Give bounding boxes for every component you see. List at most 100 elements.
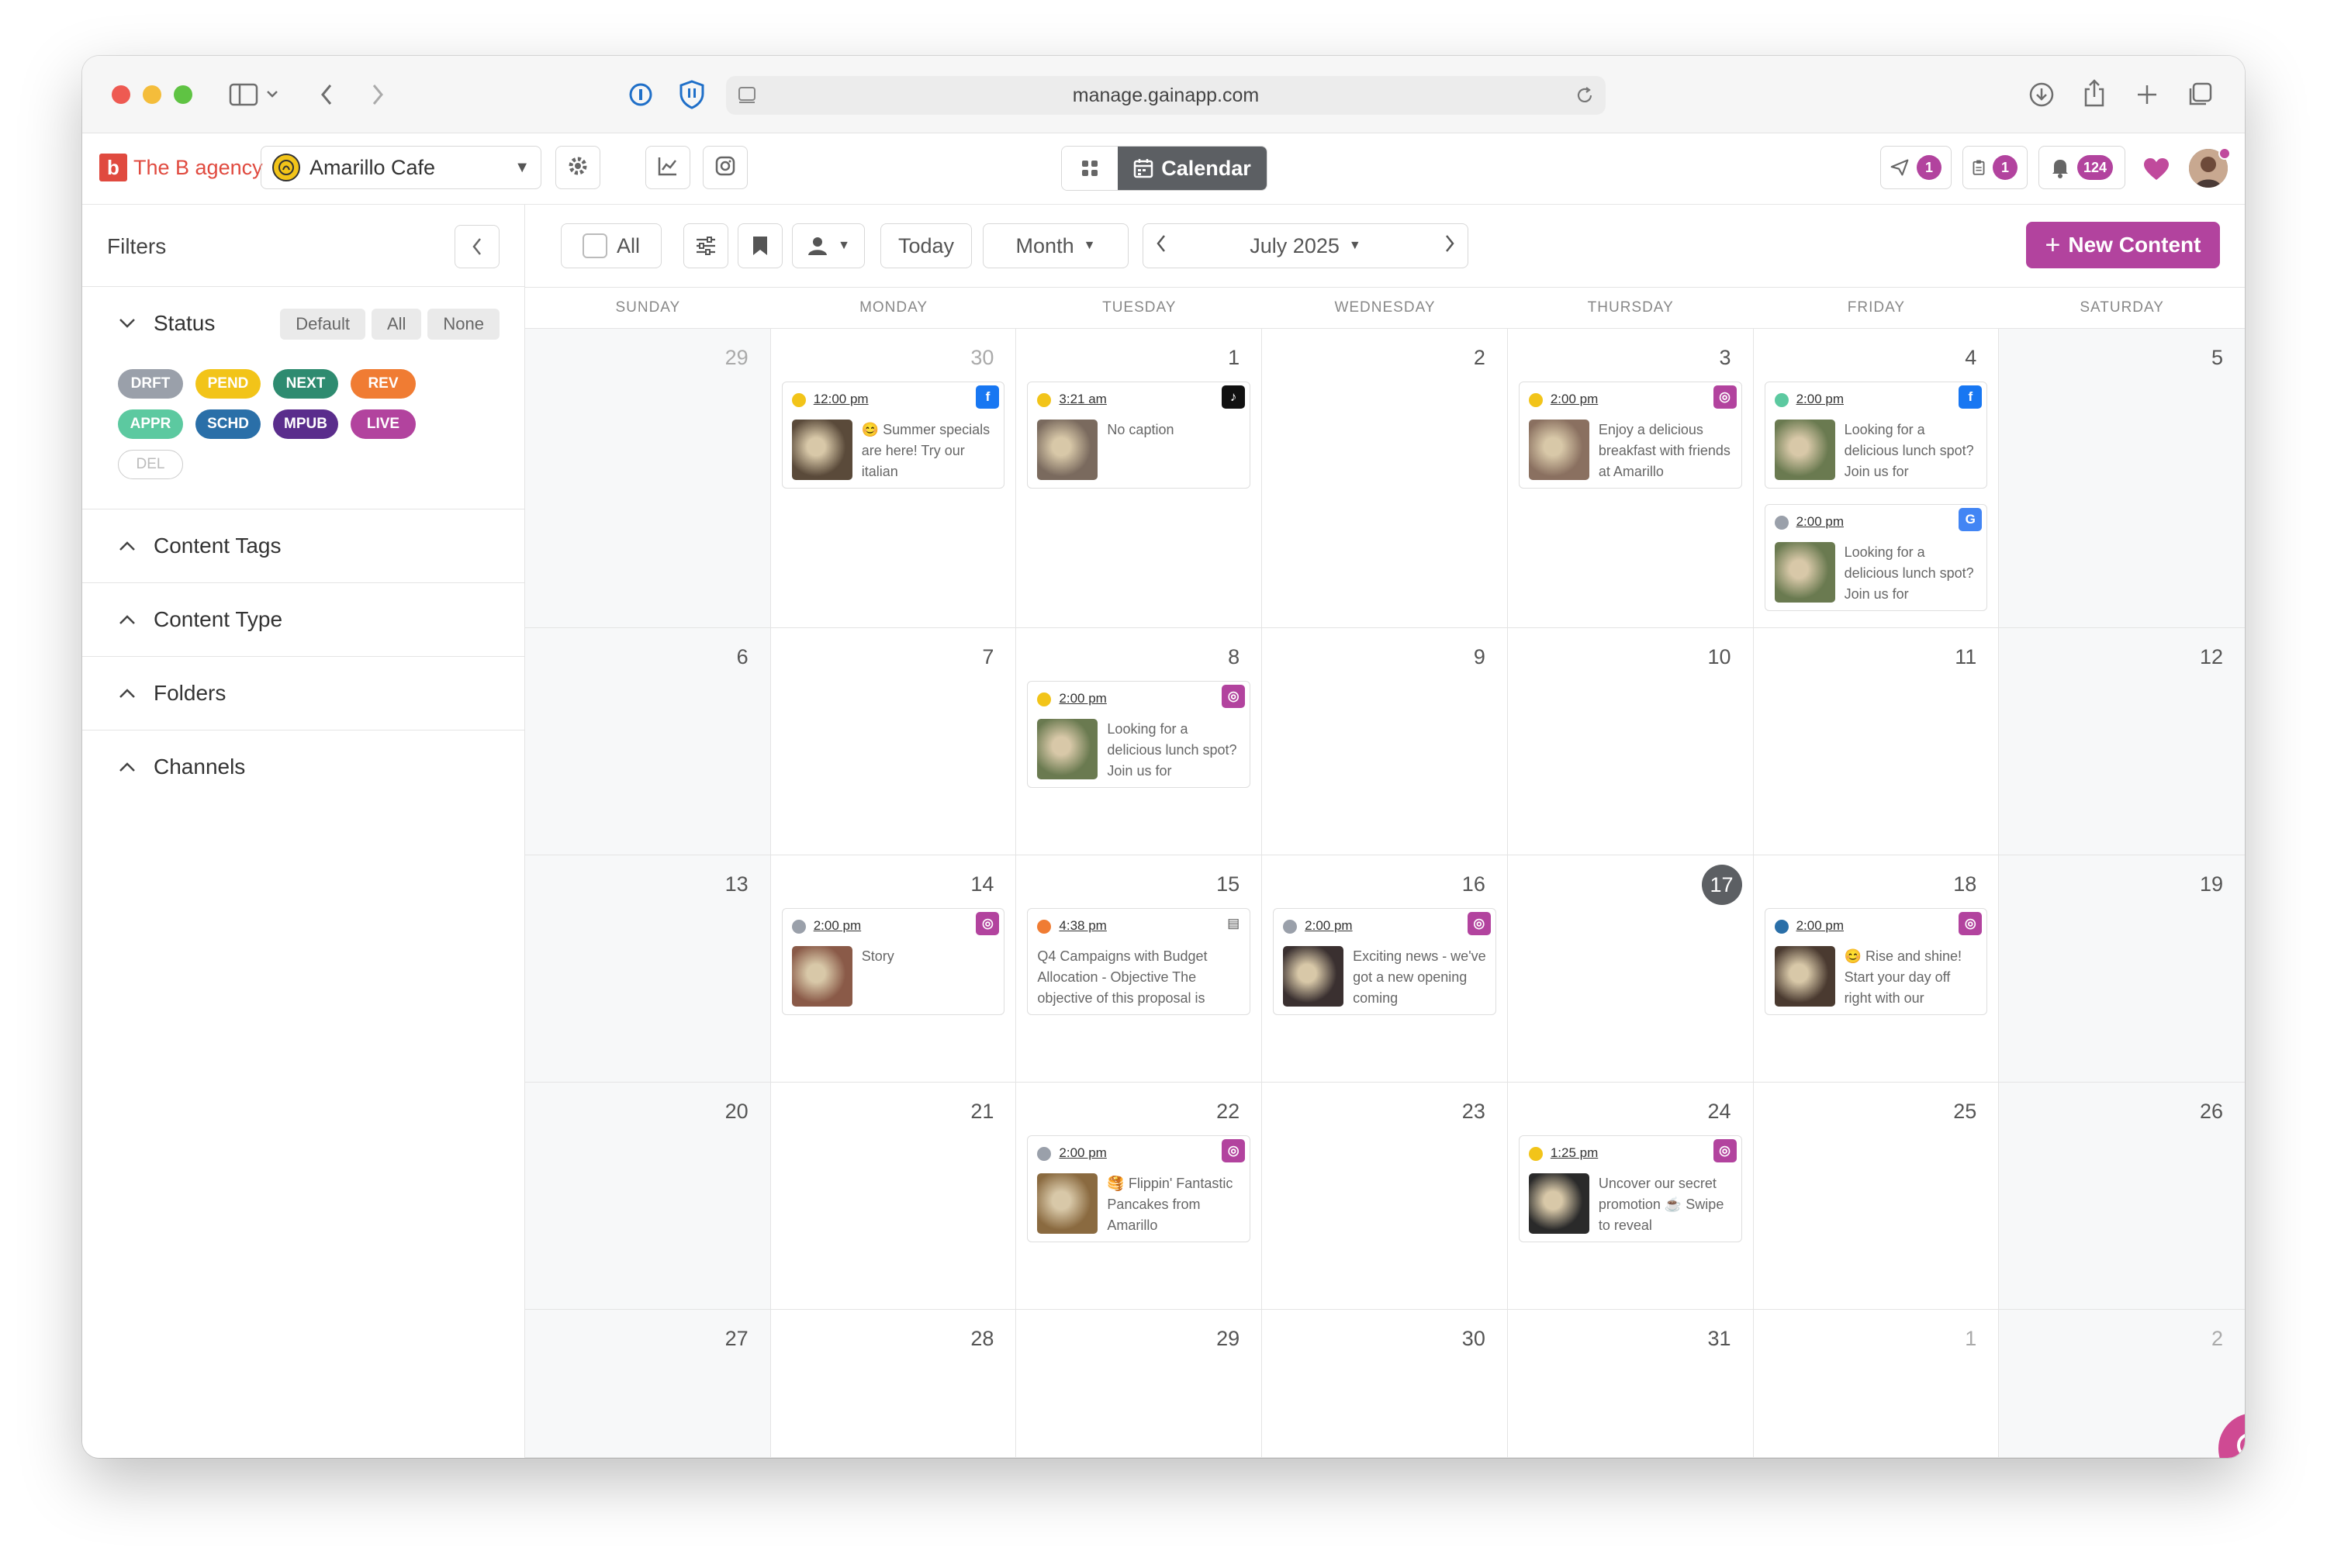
calendar-day-cell[interactable]: 9 (1262, 628, 1508, 855)
calendar-day-cell[interactable]: 29 (525, 329, 771, 628)
select-all-toggle[interactable]: All (561, 223, 662, 268)
calendar-view-button[interactable]: Calendar (1118, 147, 1267, 190)
analytics-button[interactable] (645, 146, 690, 189)
agency-brand[interactable]: b The B agency (99, 154, 263, 181)
favorites-heart-icon[interactable] (2142, 157, 2170, 185)
select-all-checkbox[interactable] (582, 233, 607, 258)
new-content-button[interactable]: + New Content (2026, 222, 2220, 268)
calendar-day-cell[interactable]: 24 1:25 pm ◎ Uncover our secret promotion ☕… (1507, 1083, 1754, 1310)
status-chip-del[interactable]: DEL (118, 450, 183, 479)
calendar-day-cell[interactable]: 1 3:21 am ♪ No caption (1016, 329, 1263, 628)
calendar-day-cell[interactable]: 21 (770, 1083, 1017, 1310)
content-post-card[interactable]: 2:00 pm ◎ Exciting news - we've got a new … (1273, 908, 1496, 1015)
content-post-card[interactable]: 2:00 pm ◎ Looking for a delicious lunch sp… (1027, 681, 1251, 788)
filter-settings-button[interactable] (683, 223, 728, 268)
status-chip-next[interactable]: NEXT (273, 369, 338, 399)
assignee-filter-button[interactable]: ▼ (792, 223, 865, 268)
status-chip-drft[interactable]: DRFT (118, 369, 183, 399)
post-time[interactable]: 2:00 pm (1796, 514, 1844, 530)
today-button[interactable]: Today (880, 223, 972, 268)
post-time[interactable]: 2:00 pm (1059, 691, 1106, 706)
post-time[interactable]: 2:00 pm (1059, 1145, 1106, 1161)
grid-view-button[interactable] (1062, 147, 1118, 190)
status-all-button[interactable]: All (371, 309, 422, 340)
next-month-button[interactable] (1444, 234, 1455, 258)
settings-button[interactable] (555, 146, 600, 189)
calendar-day-cell[interactable]: 29 (1016, 1310, 1263, 1458)
sidebar-toggle-icon[interactable] (226, 79, 261, 110)
status-chip-pend[interactable]: PEND (195, 369, 261, 399)
calendar-day-cell[interactable]: 2 (1262, 329, 1508, 628)
calendar-day-cell[interactable]: 20 (525, 1083, 771, 1310)
status-none-button[interactable]: None (427, 309, 500, 340)
status-chip-appr[interactable]: APPR (118, 409, 183, 439)
calendar-day-cell[interactable]: 23 (1262, 1083, 1508, 1310)
post-time[interactable]: 2:00 pm (1796, 918, 1844, 934)
calendar-day-cell[interactable]: 2 (1999, 1310, 2245, 1458)
post-time[interactable]: 4:38 pm (1059, 918, 1106, 934)
content-post-card[interactable]: 2:00 pm ◎ Enjoy a delicious breakfast with… (1518, 382, 1742, 489)
minimize-window-button[interactable] (143, 85, 161, 104)
calendar-day-cell[interactable]: 6 (525, 628, 771, 855)
calendar-day-cell[interactable]: 19 (1999, 855, 2245, 1083)
post-time[interactable]: 2:00 pm (1796, 392, 1844, 407)
back-arrow-icon[interactable] (315, 79, 338, 110)
calendar-day-cell[interactable]: 3 2:00 pm ◎ Enjoy a delicious breakfast wit… (1507, 329, 1754, 628)
calendar-day-cell[interactable]: 15 4:38 pm ▤ Q4 Campaigns with Budget Alloc… (1016, 855, 1263, 1083)
instagram-profile-button[interactable] (703, 146, 748, 189)
content-post-card[interactable]: 4:38 pm ▤ Q4 Campaigns with Budget Allocat… (1027, 908, 1251, 1015)
calendar-day-cell[interactable]: 14 2:00 pm ◎ Story (770, 855, 1017, 1083)
folders-toggle[interactable]: Folders (82, 657, 524, 730)
content-post-card[interactable]: 2:00 pm ◎ 🥞 Flippin' Fantastic Pancakes fr… (1027, 1135, 1251, 1242)
url-bar[interactable]: manage.gainapp.com (726, 76, 1606, 115)
channels-toggle[interactable]: Channels (82, 730, 524, 803)
calendar-day-cell[interactable]: 30 (1262, 1310, 1508, 1458)
post-time[interactable]: 1:25 pm (1551, 1145, 1598, 1161)
content-tags-toggle[interactable]: Content Tags (82, 509, 524, 582)
collapse-sidebar-button[interactable] (455, 225, 500, 268)
content-post-card[interactable]: 1:25 pm ◎ Uncover our secret promotion ☕ S… (1518, 1135, 1742, 1242)
calendar-day-cell[interactable]: 31 (1507, 1310, 1754, 1458)
reload-icon[interactable] (1575, 85, 1595, 111)
shield-extension-icon[interactable] (676, 78, 707, 112)
calendar-day-cell[interactable]: 28 (770, 1310, 1017, 1458)
status-chip-rev[interactable]: REV (351, 369, 416, 399)
period-picker[interactable]: July 2025 ▼ (1250, 234, 1361, 258)
new-tab-icon[interactable] (2132, 79, 2163, 110)
share-icon[interactable] (2079, 76, 2110, 110)
status-chip-mpub[interactable]: MPUB (273, 409, 338, 439)
post-time[interactable]: 3:21 am (1059, 392, 1106, 407)
calendar-day-cell[interactable]: 17 (1507, 855, 1754, 1083)
account-selector[interactable]: Amarillo Cafe ▼ (261, 146, 541, 189)
forward-arrow-icon[interactable] (366, 79, 389, 110)
post-time[interactable]: 2:00 pm (814, 918, 861, 934)
calendar-day-cell[interactable]: 10 (1507, 628, 1754, 855)
calendar-day-cell[interactable]: 11 (1753, 628, 2000, 855)
calendar-day-cell[interactable]: 7 (770, 628, 1017, 855)
status-chip-live[interactable]: LIVE (351, 409, 416, 439)
status-chip-schd[interactable]: SCHD (195, 409, 261, 439)
saved-views-button[interactable] (738, 223, 783, 268)
calendar-day-cell[interactable]: 8 2:00 pm ◎ Looking for a delicious lunch s… (1016, 628, 1263, 855)
calendar-day-cell[interactable]: 25 (1753, 1083, 2000, 1310)
view-mode-dropdown[interactable]: Month ▼ (983, 223, 1129, 268)
calendar-day-cell[interactable]: 18 2:00 pm ◎ 😊 Rise and shine! Start your d… (1753, 855, 2000, 1083)
post-time[interactable]: 2:00 pm (1305, 918, 1352, 934)
calendar-day-cell[interactable]: 12 (1999, 628, 2245, 855)
status-default-button[interactable]: Default (280, 309, 365, 340)
calendar-day-cell[interactable]: 26 (1999, 1083, 2245, 1310)
tasks-button[interactable]: 1 (1962, 146, 2028, 189)
publish-queue-button[interactable]: 1 (1880, 146, 1952, 189)
password-manager-icon[interactable] (625, 79, 656, 110)
calendar-day-cell[interactable]: 1 (1753, 1310, 2000, 1458)
calendar-day-cell[interactable]: 13 (525, 855, 771, 1083)
content-post-card[interactable]: 12:00 pm f 😊 Summer specials are here! Try… (781, 382, 1005, 489)
post-time[interactable]: 12:00 pm (814, 392, 869, 407)
zoom-window-button[interactable] (174, 85, 192, 104)
content-type-toggle[interactable]: Content Type (82, 583, 524, 656)
calendar-day-cell[interactable]: 22 2:00 pm ◎ 🥞 Flippin' Fantastic Pancakes … (1016, 1083, 1263, 1310)
calendar-day-cell[interactable]: 16 2:00 pm ◎ Exciting news - we've got a ne… (1262, 855, 1508, 1083)
calendar-day-cell[interactable]: 4 2:00 pm f Looking for a delicious lunch s… (1753, 329, 2000, 628)
content-post-card[interactable]: 3:21 am ♪ No caption (1027, 382, 1251, 489)
notifications-button[interactable]: 124 (2038, 146, 2125, 189)
